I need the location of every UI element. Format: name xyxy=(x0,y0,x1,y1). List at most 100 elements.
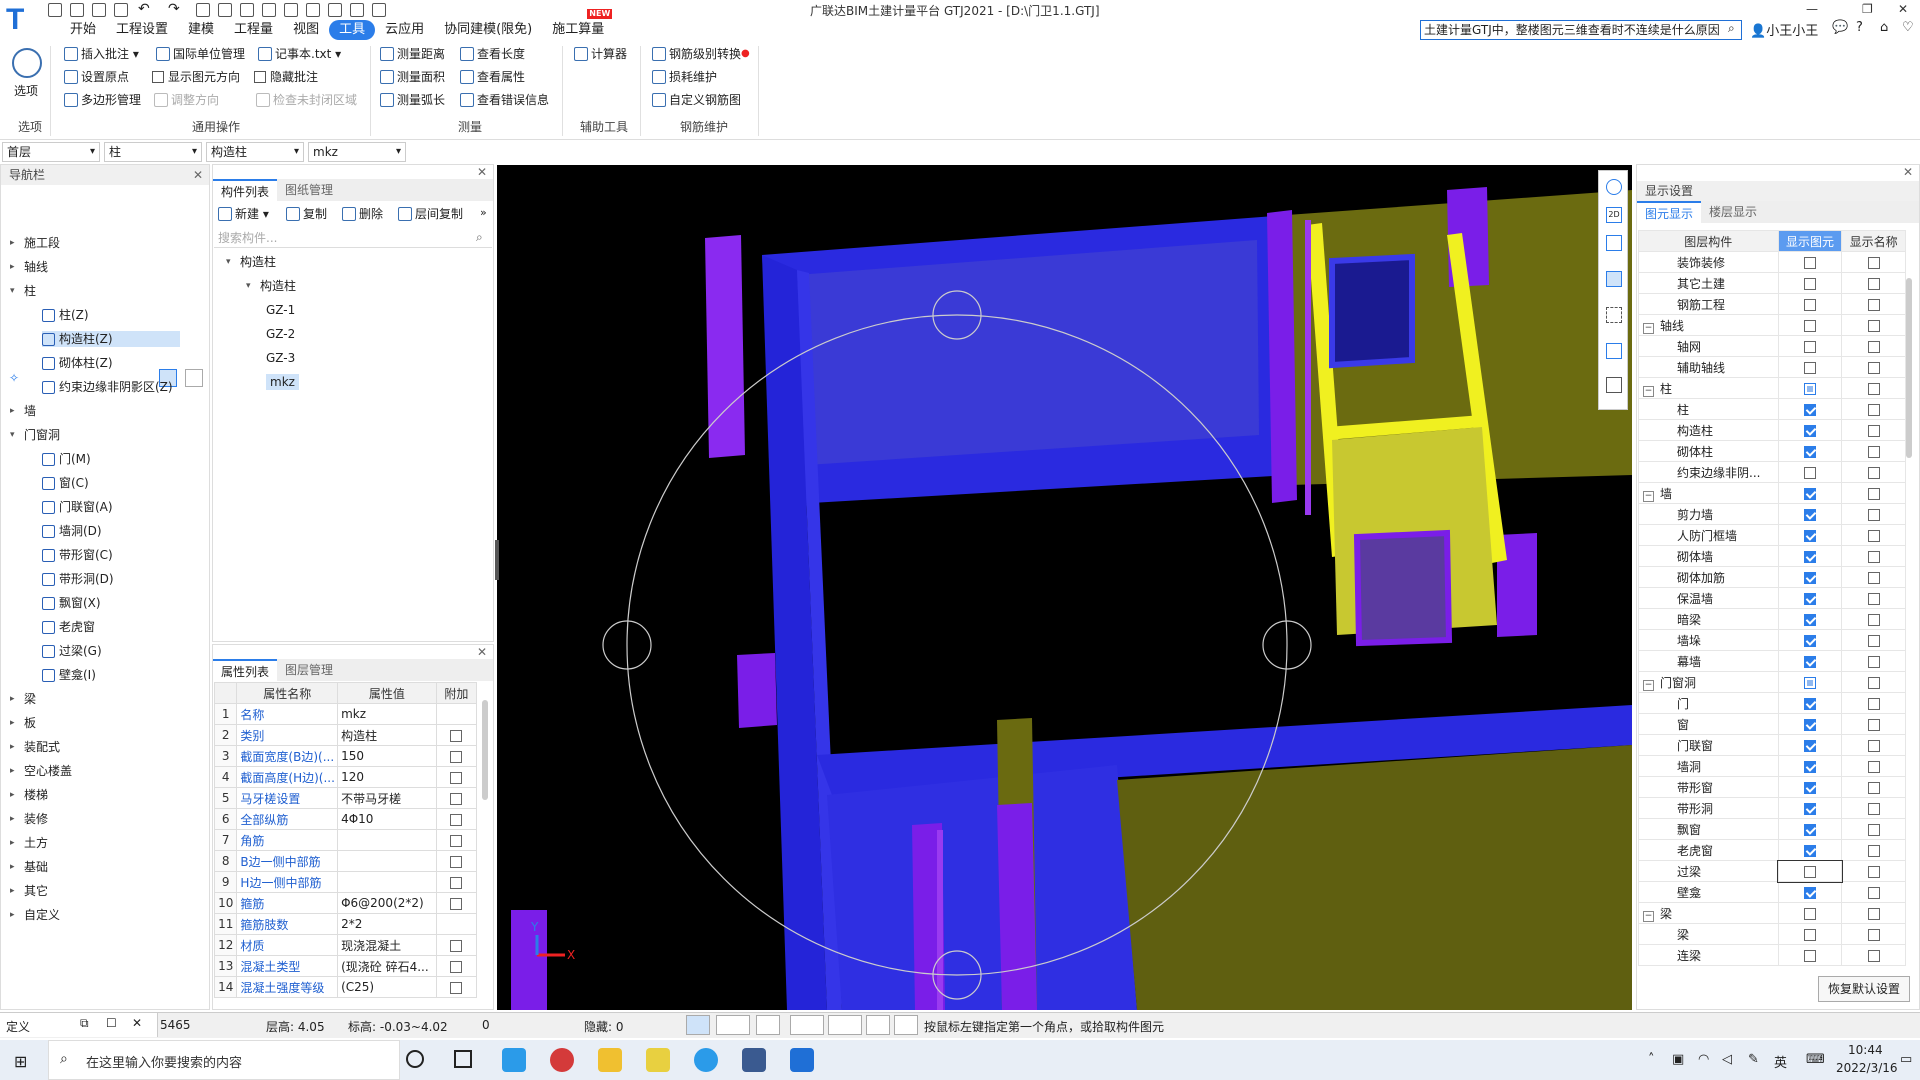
chevron-right-icon[interactable]: ▸ xyxy=(10,859,18,875)
table-row[interactable]: 老虎窗 xyxy=(1638,839,1906,861)
show-element-checkbox[interactable] xyxy=(1803,739,1816,752)
table-row[interactable]: 过梁 xyxy=(1638,859,1906,883)
2d-view-icon[interactable]: 2D xyxy=(1606,207,1622,223)
collapse-icon[interactable]: − xyxy=(1643,385,1654,397)
show-name-checkbox[interactable] xyxy=(1867,613,1880,626)
nav-item[interactable]: 飘窗(X) xyxy=(42,595,180,611)
col-show-element[interactable]: 显示图元 xyxy=(1777,230,1843,252)
task-view-icon[interactable] xyxy=(454,1050,472,1068)
view-errors-button[interactable]: 查看错误信息 xyxy=(460,92,549,108)
table-row[interactable]: − 门窗洞 xyxy=(1638,671,1906,693)
nav-group[interactable]: ▸ 墙 xyxy=(10,403,36,419)
table-row[interactable]: 8 B边一侧中部筋 xyxy=(213,850,478,872)
window[interactable] xyxy=(1329,253,1415,369)
menu-construction[interactable]: NEW 施工算量 xyxy=(542,9,614,40)
nav-group[interactable]: ▸ 板 xyxy=(10,715,36,731)
nav-group[interactable]: ▸ 施工段 xyxy=(10,235,60,251)
home-icon[interactable]: ⌂ xyxy=(1880,20,1888,35)
float-icon[interactable]: ⧉ xyxy=(80,1016,89,1031)
table-row[interactable]: 门 xyxy=(1638,692,1906,714)
show-element-checkbox[interactable] xyxy=(1803,277,1816,290)
checkbox[interactable] xyxy=(450,750,463,763)
quick-tool6-icon[interactable] xyxy=(306,3,320,17)
show-name-checkbox[interactable] xyxy=(1867,445,1880,458)
show-name-checkbox[interactable] xyxy=(1867,319,1880,332)
table-row[interactable]: 钢筋工程 xyxy=(1638,293,1906,315)
show-element-checkbox[interactable] xyxy=(1803,592,1816,605)
table-row[interactable]: 轴网 xyxy=(1638,335,1906,357)
scrollbar[interactable] xyxy=(482,700,488,800)
column-gz1[interactable] xyxy=(1267,210,1297,503)
cad-icon[interactable] xyxy=(742,1048,766,1072)
nav-item[interactable]: 约束边缘非阴影区(Z) xyxy=(42,379,180,395)
tab-drawing-mgmt[interactable]: 图纸管理 xyxy=(277,179,341,201)
check-closed-button[interactable]: 检查未封闭区域 xyxy=(256,92,357,108)
quick-tool2-icon[interactable] xyxy=(218,3,232,17)
checkbox[interactable] xyxy=(450,939,463,952)
show-element-checkbox[interactable] xyxy=(1803,613,1816,626)
door-opening[interactable] xyxy=(1353,529,1453,647)
show-element-checkbox[interactable] xyxy=(1803,550,1816,563)
section-box-icon[interactable] xyxy=(1606,343,1622,359)
3d-viewport[interactable]: X Y xyxy=(497,165,1632,1010)
prop-value[interactable]: 150 xyxy=(337,745,437,767)
restore-default-button[interactable]: 恢复默认设置 xyxy=(1818,976,1910,1002)
table-row[interactable]: 6 全部纵筋 4Φ10 xyxy=(213,808,478,830)
tab-properties[interactable]: 属性列表 xyxy=(213,659,278,681)
quick-tool1-icon[interactable] xyxy=(196,3,210,17)
show-element-checkbox[interactable] xyxy=(1803,697,1816,710)
chevron-right-icon[interactable]: ▸ xyxy=(10,763,18,779)
show-name-checkbox[interactable] xyxy=(1867,382,1880,395)
floor-copy-button[interactable]: 层间复制 xyxy=(398,206,463,222)
quick-tool7-icon[interactable] xyxy=(328,3,342,17)
chevron-right-icon[interactable]: ▸ xyxy=(10,907,18,923)
tab-floor-display[interactable]: 楼层显示 xyxy=(1701,201,1765,223)
quick-tool8-icon[interactable] xyxy=(350,3,364,17)
clock-time[interactable]: 10:44 xyxy=(1848,1043,1883,1057)
chevron-right-icon[interactable]: ▸ xyxy=(10,787,18,803)
quick-new-icon[interactable] xyxy=(48,3,62,17)
show-name-checkbox[interactable] xyxy=(1867,340,1880,353)
show-name-checkbox[interactable] xyxy=(1867,655,1880,668)
measure-arc-button[interactable]: 测量弧长 xyxy=(380,92,445,108)
wifi-icon[interactable]: ◠ xyxy=(1698,1052,1709,1067)
app-icon-1[interactable] xyxy=(502,1048,526,1072)
column-gz3[interactable] xyxy=(737,653,777,728)
show-element-checkbox[interactable] xyxy=(1803,634,1816,647)
close-window-button[interactable]: ✕ xyxy=(1898,2,1908,16)
checkbox[interactable] xyxy=(450,729,463,742)
table-row[interactable]: 13 混凝土类型 (现浇砼 碎石4... xyxy=(213,955,478,977)
arc-toggle[interactable] xyxy=(894,1015,918,1035)
show-element-checkbox[interactable] xyxy=(1803,907,1816,920)
nav-group[interactable]: ▾ 柱 xyxy=(10,283,36,299)
chevron-down-icon[interactable]: ▾ xyxy=(226,254,234,270)
chevron-right-icon[interactable]: ▸ xyxy=(10,715,18,731)
show-element-checkbox[interactable] xyxy=(1803,466,1816,479)
prop-value[interactable]: mkz xyxy=(337,703,437,725)
table-row[interactable]: − 柱 xyxy=(1638,377,1906,399)
delete-component-button[interactable]: 删除 xyxy=(342,206,383,222)
checkbox[interactable] xyxy=(254,71,266,83)
show-name-checkbox[interactable] xyxy=(1867,277,1880,290)
show-element-checkbox[interactable] xyxy=(1803,382,1816,395)
help-icon[interactable]: ? xyxy=(1856,20,1863,35)
ime-icon[interactable]: ⌨ xyxy=(1806,1052,1825,1067)
quick-tool5-icon[interactable] xyxy=(284,3,298,17)
show-name-checkbox[interactable] xyxy=(1867,466,1880,479)
show-element-checkbox[interactable] xyxy=(1803,823,1816,836)
show-element-checkbox[interactable] xyxy=(1803,487,1816,500)
component-search-input[interactable]: 搜索构件... xyxy=(214,228,492,248)
cross-toggle[interactable] xyxy=(756,1015,780,1035)
volume-icon[interactable]: ◁ xyxy=(1722,1052,1732,1067)
show-direction-checkbox[interactable]: 显示图元方向 xyxy=(152,69,240,85)
user-name[interactable]: 👤小王小王 xyxy=(1750,20,1818,39)
polygon-manager-button[interactable]: 多边形管理 xyxy=(64,92,141,108)
maximize-icon[interactable]: ☐ xyxy=(106,1016,117,1030)
tab-element-display[interactable]: 图元显示 xyxy=(1637,201,1702,223)
chat-icon[interactable]: 💬 xyxy=(1832,20,1848,35)
type-select[interactable]: 构造柱 xyxy=(206,142,304,162)
table-row[interactable]: 2 类别 构造柱 xyxy=(213,724,478,746)
splitter-handle[interactable] xyxy=(495,540,499,580)
show-element-checkbox[interactable] xyxy=(1803,655,1816,668)
nav-item[interactable]: 柱(Z) xyxy=(42,307,180,323)
